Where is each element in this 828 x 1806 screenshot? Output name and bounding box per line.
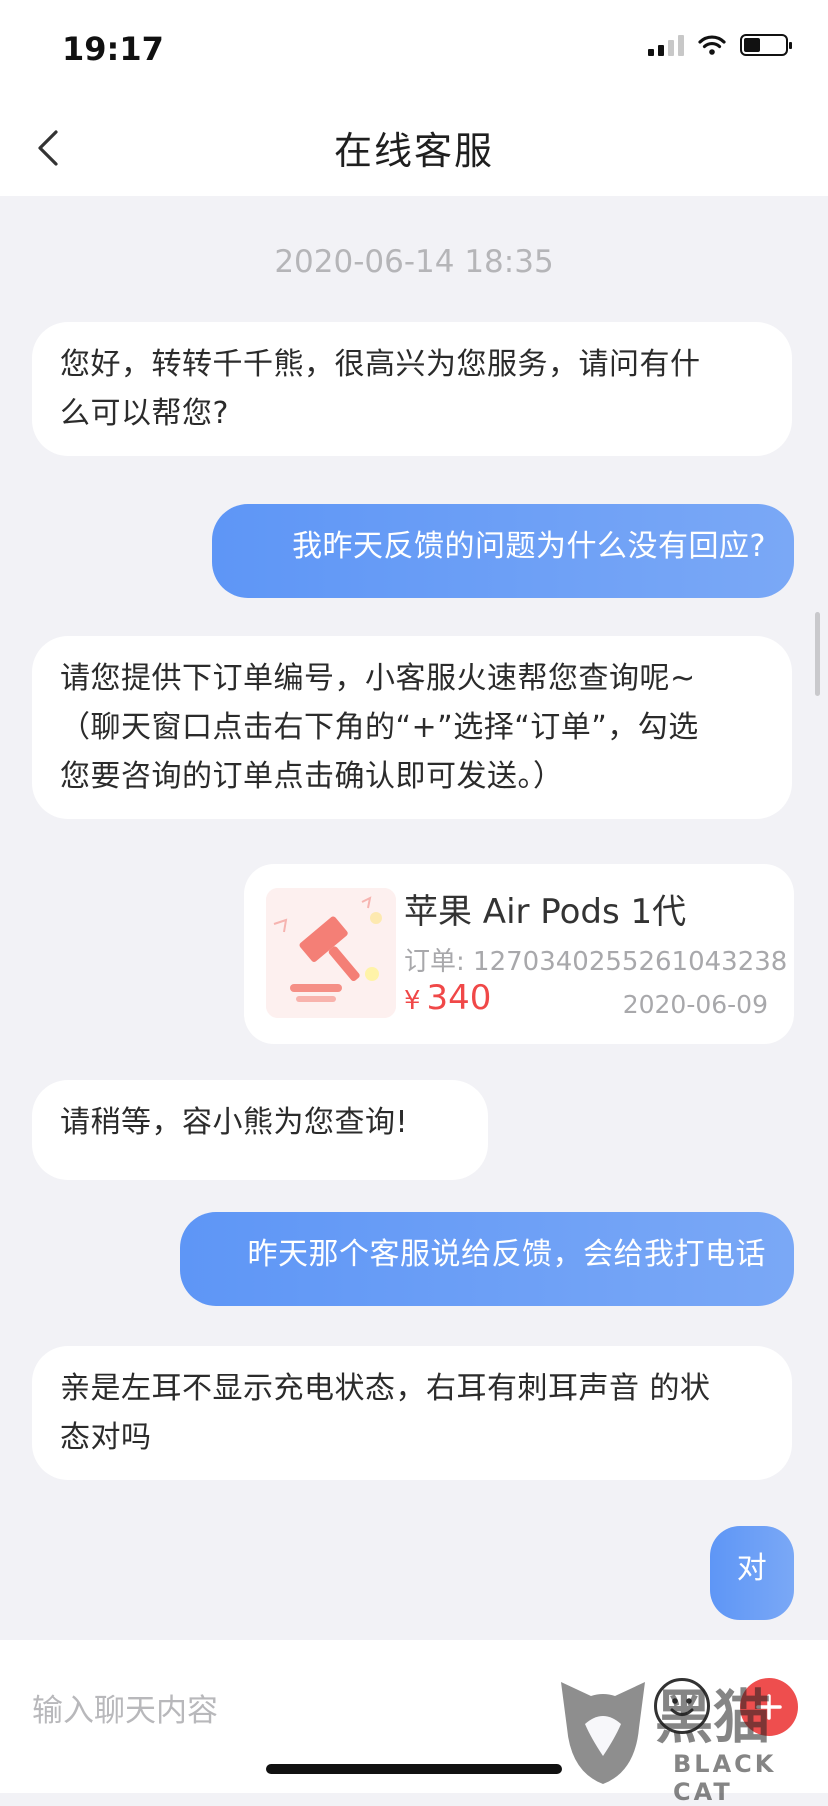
user-message-callback: 昨天那个客服说给反馈，会给我打电话 — [180, 1212, 794, 1306]
message-text: 我昨天反馈的问题为什么没有回应? — [292, 529, 766, 564]
price-value: 340 — [426, 978, 492, 1018]
signal-icon — [648, 34, 684, 56]
agent-message-request-order: 请您提供下订单编号，小客服火速帮您查询呢~ （聊天窗口点击右下角的“+”选择“订… — [32, 636, 792, 819]
order-price: ¥340 — [404, 978, 491, 1018]
page-title: 在线客服 — [333, 129, 494, 173]
agent-message-greeting: 您好，转转千千熊，很高兴为您服务，请问有什 么可以帮您? — [32, 322, 792, 456]
order-date: 2020-06-09 — [622, 990, 768, 1019]
watermark-en: BLACK CAT — [673, 1750, 777, 1806]
chat-timestamp: 2020-06-14 18:35 — [274, 244, 554, 280]
status-time: 19:17 — [62, 30, 164, 68]
auction-hammer-icon — [266, 888, 396, 1018]
battery-icon — [740, 34, 792, 56]
watermark-cn: 黑猫 — [655, 1683, 772, 1751]
agent-message-please-wait: 请稍等，容小熊为您查询! — [32, 1080, 488, 1180]
message-text: 昨天那个客服说给反馈，会给我打电话 — [247, 1237, 766, 1272]
status-icons — [648, 34, 792, 56]
message-text: 亲是左耳不显示充电状态，右耳有刺耳声音 的状 态对吗 — [60, 1371, 711, 1455]
message-text: 对 — [736, 1551, 768, 1586]
user-message-yes: 对 — [710, 1526, 794, 1620]
message-text: 您好，转转千千熊，很高兴为您服务，请问有什 么可以帮您? — [60, 347, 701, 431]
order-title: 苹果 Air Pods 1代 — [404, 892, 687, 932]
agent-message-confirm-issue: 亲是左耳不显示充电状态，右耳有刺耳声音 的状 态对吗 — [32, 1346, 792, 1480]
home-indicator — [266, 1764, 562, 1774]
message-text: 请稍等，容小熊为您查询! — [60, 1105, 409, 1140]
navigation-bar: 在线客服 — [0, 100, 828, 196]
black-cat-watermark: 黑猫 BLACK CAT — [555, 1670, 825, 1806]
order-thumbnail — [266, 888, 396, 1018]
user-message-question: 我昨天反馈的问题为什么没有回应? — [212, 504, 794, 598]
currency-symbol: ¥ — [404, 986, 421, 1016]
scrollbar[interactable] — [815, 612, 820, 696]
chat-input[interactable] — [30, 1670, 634, 1752]
black-cat-logo-icon — [561, 1682, 645, 1784]
message-text: 请您提供下订单编号，小客服火速帮您查询呢~ （聊天窗口点击右下角的“+”选择“订… — [60, 661, 699, 794]
wifi-icon — [698, 35, 726, 55]
order-card[interactable]: 苹果 Air Pods 1代 订单: 1270340255261043238 ¥… — [244, 864, 794, 1044]
order-number: 订单: 1270340255261043238 — [404, 947, 788, 977]
status-bar: 19:17 — [0, 0, 828, 100]
